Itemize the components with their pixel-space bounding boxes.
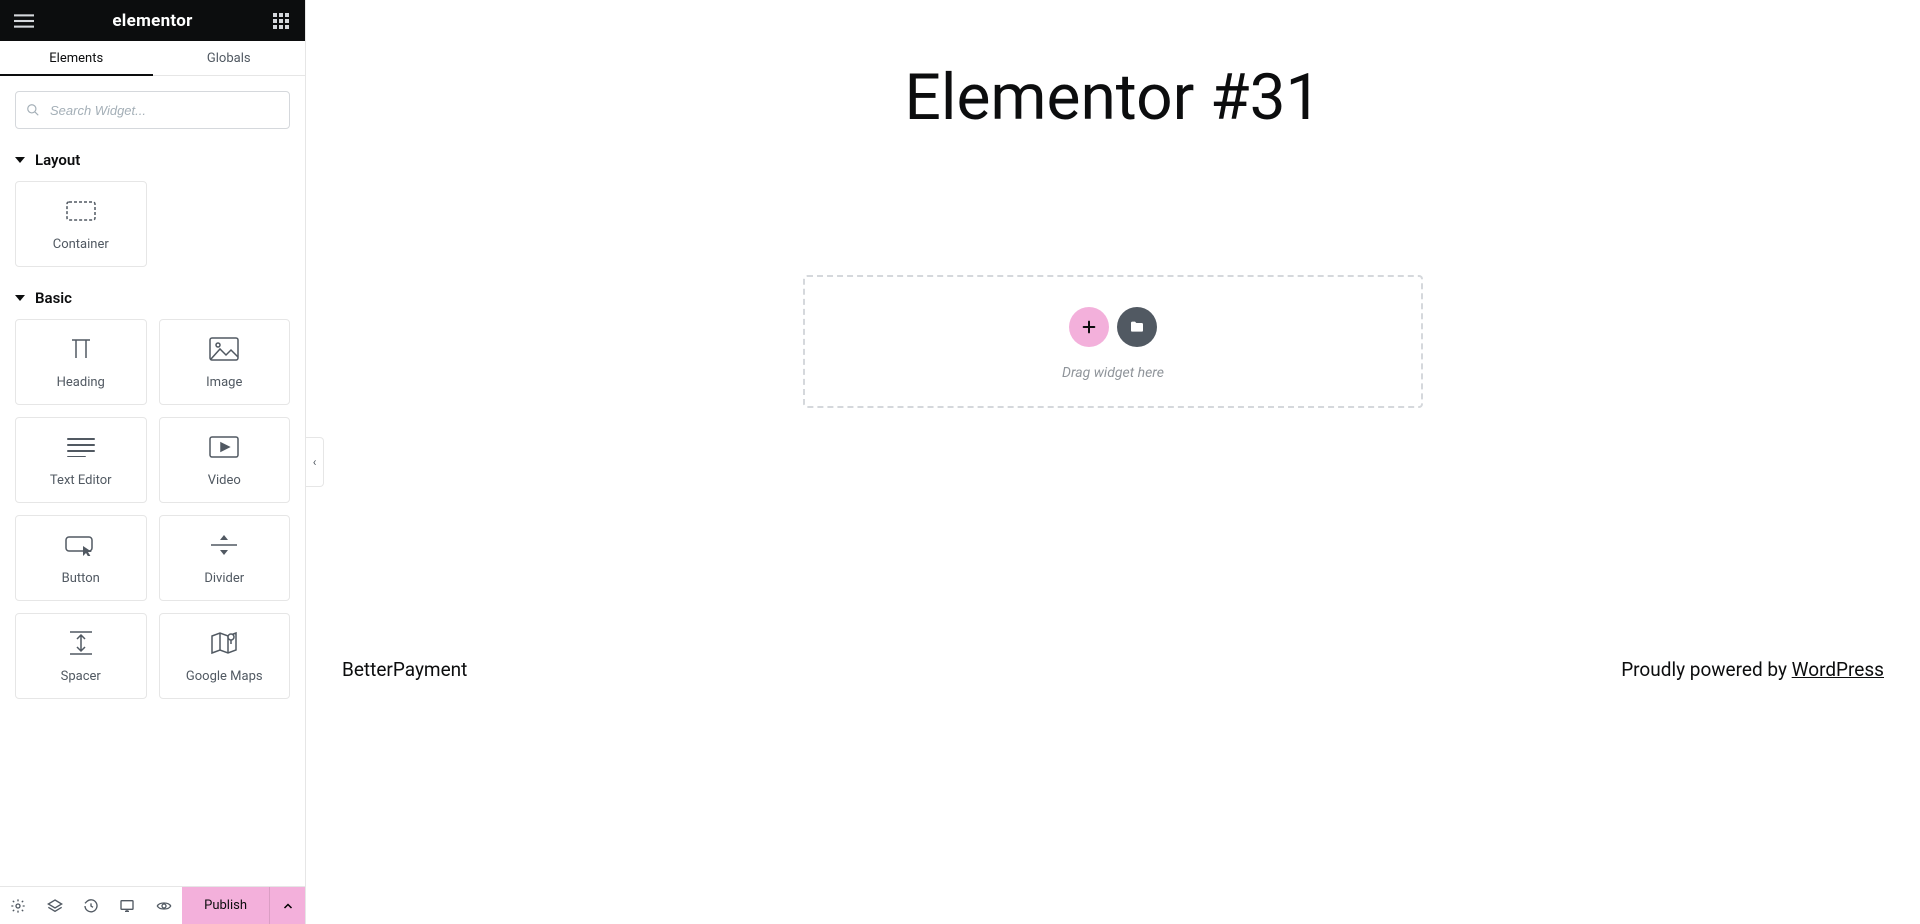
layers-icon <box>47 898 63 914</box>
tab-globals[interactable]: Globals <box>153 41 306 75</box>
hamburger-menu-button[interactable] <box>14 11 34 31</box>
plus-icon <box>1081 319 1097 335</box>
search-widget[interactable] <box>15 91 290 129</box>
image-icon <box>209 335 239 363</box>
footer-prefix: Proudly powered by <box>1621 658 1791 681</box>
dropzone-actions <box>1069 307 1157 347</box>
spacer-icon <box>69 629 93 657</box>
publish-label: Publish <box>204 898 247 913</box>
panel-footer: Publish <box>0 886 305 924</box>
page-title: Elementor #31 <box>306 30 1920 215</box>
chevron-left-icon: ‹ <box>313 455 317 469</box>
site-footer: BetterPayment Proudly powered by WordPre… <box>306 638 1920 701</box>
folder-icon <box>1129 319 1145 335</box>
responsive-icon <box>119 898 135 914</box>
panel-body: Layout Container Basic <box>0 76 305 886</box>
google-maps-icon <box>210 629 238 657</box>
category-title: Basic <box>35 289 72 307</box>
add-section-button[interactable] <box>1069 307 1109 347</box>
dropzone-hint: Drag widget here <box>1062 365 1164 381</box>
tab-label: Globals <box>207 51 251 66</box>
caret-down-icon <box>15 295 25 301</box>
settings-button[interactable] <box>0 887 36 924</box>
widget-label: Text Editor <box>50 473 112 488</box>
publish-button[interactable]: Publish <box>182 887 269 924</box>
widget-button[interactable]: Button <box>15 515 147 601</box>
basic-grid: Heading Image Text Editor <box>15 319 290 699</box>
apps-grid-button[interactable] <box>271 11 291 31</box>
tab-elements[interactable]: Elements <box>0 41 153 75</box>
preview-button[interactable] <box>146 887 182 924</box>
navigator-button[interactable] <box>36 887 72 924</box>
site-footer-right: Proudly powered by WordPress <box>1621 658 1884 681</box>
widget-label: Container <box>53 237 109 252</box>
gear-icon <box>10 898 26 914</box>
search-input[interactable] <box>50 103 279 118</box>
category-title: Layout <box>35 151 80 169</box>
wordpress-link[interactable]: WordPress <box>1792 658 1884 681</box>
history-button[interactable] <box>73 887 109 924</box>
add-template-button[interactable] <box>1117 307 1157 347</box>
widget-divider[interactable]: Divider <box>159 515 291 601</box>
heading-icon <box>67 335 95 363</box>
button-icon <box>65 531 97 559</box>
widget-label: Heading <box>57 375 105 390</box>
sidebar: elementor Elements Globals Layout <box>0 0 306 924</box>
widget-spacer[interactable]: Spacer <box>15 613 147 699</box>
widget-heading[interactable]: Heading <box>15 319 147 405</box>
site-footer-left: BetterPayment <box>342 658 467 681</box>
video-icon <box>209 433 239 461</box>
widget-label: Video <box>208 473 241 488</box>
widget-label: Divider <box>204 571 244 586</box>
add-section-dropzone[interactable]: Drag widget here <box>803 275 1423 408</box>
widget-label: Button <box>62 571 100 586</box>
layout-grid: Container <box>15 181 147 267</box>
caret-down-icon <box>15 157 25 163</box>
search-icon <box>26 103 40 117</box>
hamburger-icon <box>14 11 34 31</box>
responsive-button[interactable] <box>109 887 145 924</box>
grid-icon <box>273 13 289 29</box>
editor-canvas[interactable]: Elementor #31 Drag widget here BetterPay… <box>306 0 1920 924</box>
publish-options-button[interactable] <box>269 887 305 924</box>
container-icon <box>66 197 96 225</box>
canvas-inner: Elementor #31 Drag widget here BetterPay… <box>306 0 1920 924</box>
widget-image[interactable]: Image <box>159 319 291 405</box>
widget-text-editor[interactable]: Text Editor <box>15 417 147 503</box>
eye-icon <box>156 898 172 914</box>
brand-logo: elementor <box>112 11 192 31</box>
divider-icon <box>210 531 238 559</box>
widget-label: Google Maps <box>186 669 263 684</box>
widget-google-maps[interactable]: Google Maps <box>159 613 291 699</box>
sidebar-header: elementor <box>0 0 305 41</box>
chevron-up-icon <box>282 900 294 912</box>
widget-video[interactable]: Video <box>159 417 291 503</box>
tab-label: Elements <box>49 51 103 66</box>
panel-tabs: Elements Globals <box>0 41 305 76</box>
widget-label: Spacer <box>61 669 101 684</box>
text-editor-icon <box>67 433 95 461</box>
widget-container[interactable]: Container <box>15 181 147 267</box>
category-basic-toggle[interactable]: Basic <box>15 289 290 307</box>
widget-label: Image <box>206 375 242 390</box>
collapse-panel-button[interactable]: ‹ <box>306 437 324 487</box>
history-icon <box>83 898 99 914</box>
category-layout-toggle[interactable]: Layout <box>15 151 290 169</box>
